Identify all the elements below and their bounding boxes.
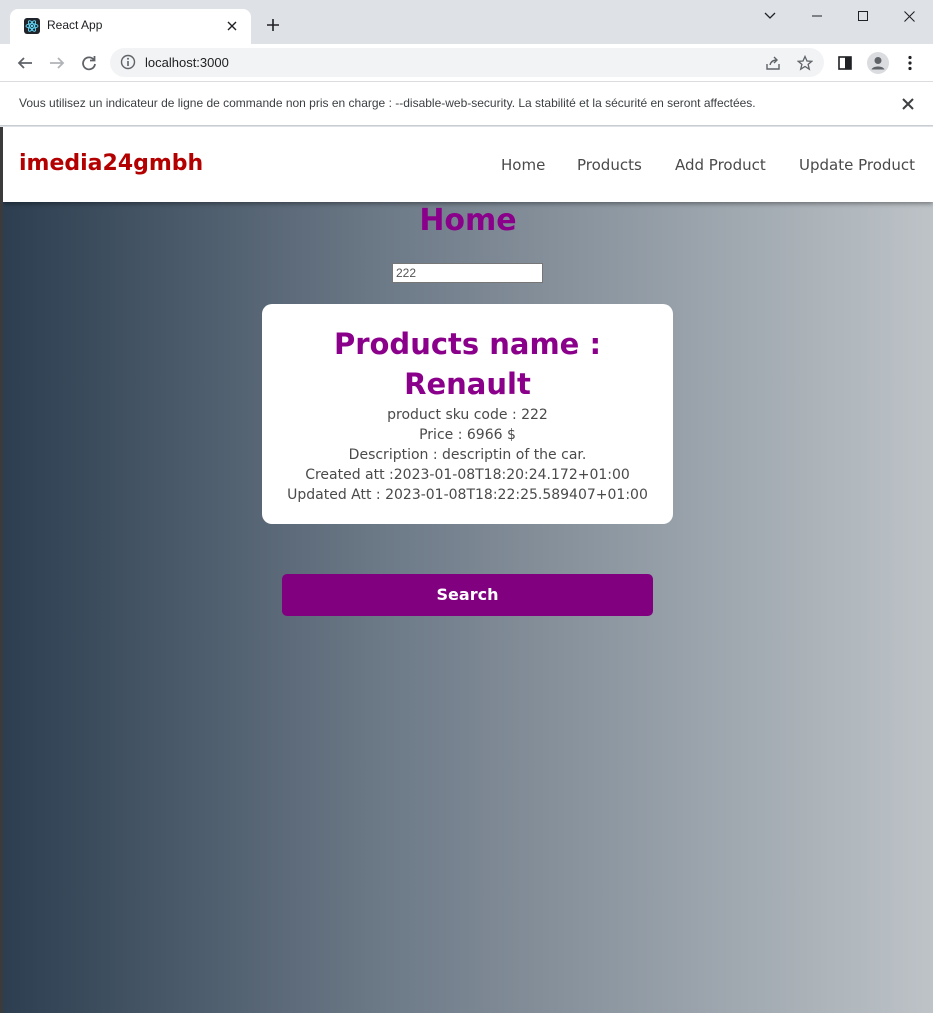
nav-link-update-product[interactable]: Update Product <box>799 156 915 174</box>
back-arrow-icon[interactable] <box>12 50 38 76</box>
product-price: Price : 6966 $ <box>419 427 516 443</box>
address-bar[interactable]: localhost:3000 <box>110 48 824 77</box>
browser-toolbar: localhost:3000 <box>0 44 933 81</box>
new-tab-plus-icon[interactable] <box>262 14 284 36</box>
product-sku: product sku code : 222 <box>387 407 548 423</box>
sku-search-input[interactable] <box>392 263 543 283</box>
warning-infobar: Vous utilisez un indicateur de ligne de … <box>0 81 933 126</box>
search-button[interactable]: Search <box>282 574 653 616</box>
nav-link-add-product[interactable]: Add Product <box>675 156 766 174</box>
page-title: Home <box>419 203 517 238</box>
product-name-label: Products name : <box>333 327 602 361</box>
reload-icon[interactable] <box>76 50 102 76</box>
infobar-message: Vous utilisez un indicateur de ligne de … <box>19 96 756 110</box>
react-logo-icon <box>24 18 40 34</box>
app-navbar: imedia24gmbh Home Products Add Product U… <box>3 127 933 202</box>
url-text[interactable]: localhost:3000 <box>145 55 229 70</box>
menu-kebab-icon[interactable] <box>897 50 923 76</box>
product-updated-at: Updated Att : 2023-01-08T18:22:25.589407… <box>287 487 648 503</box>
profile-avatar-icon[interactable] <box>865 50 891 76</box>
product-name-value: Renault <box>404 367 531 401</box>
forward-arrow-icon[interactable] <box>44 50 70 76</box>
tab-title: React App <box>47 18 103 32</box>
product-description: Description : descriptin of the car. <box>348 447 587 463</box>
page-viewport: imedia24gmbh Home Products Add Product U… <box>3 127 933 1013</box>
share-icon[interactable] <box>763 53 783 73</box>
nav-link-products[interactable]: Products <box>577 156 642 174</box>
nav-link-home[interactable]: Home <box>501 156 545 174</box>
product-created-at: Created att :2023-01-08T18:20:24.172+01:… <box>305 467 630 483</box>
maximize-icon[interactable] <box>840 0 886 32</box>
tab-search-chevron-icon[interactable] <box>747 0 793 32</box>
site-info-icon[interactable] <box>120 54 136 70</box>
tab-close-icon[interactable] <box>223 17 241 35</box>
browser-titlebar: React App <box>0 0 933 44</box>
product-name-heading: Products name : Renault <box>262 324 673 404</box>
bookmark-star-icon[interactable] <box>795 53 815 73</box>
brand-logo[interactable]: imedia24gmbh <box>19 151 203 176</box>
window-close-icon[interactable] <box>886 0 932 32</box>
browser-tab[interactable]: React App <box>10 9 251 44</box>
product-card: Products name : Renault product sku code… <box>262 304 673 524</box>
minimize-icon[interactable] <box>794 0 840 32</box>
infobar-close-icon[interactable] <box>898 94 918 114</box>
side-panel-icon[interactable] <box>832 50 858 76</box>
